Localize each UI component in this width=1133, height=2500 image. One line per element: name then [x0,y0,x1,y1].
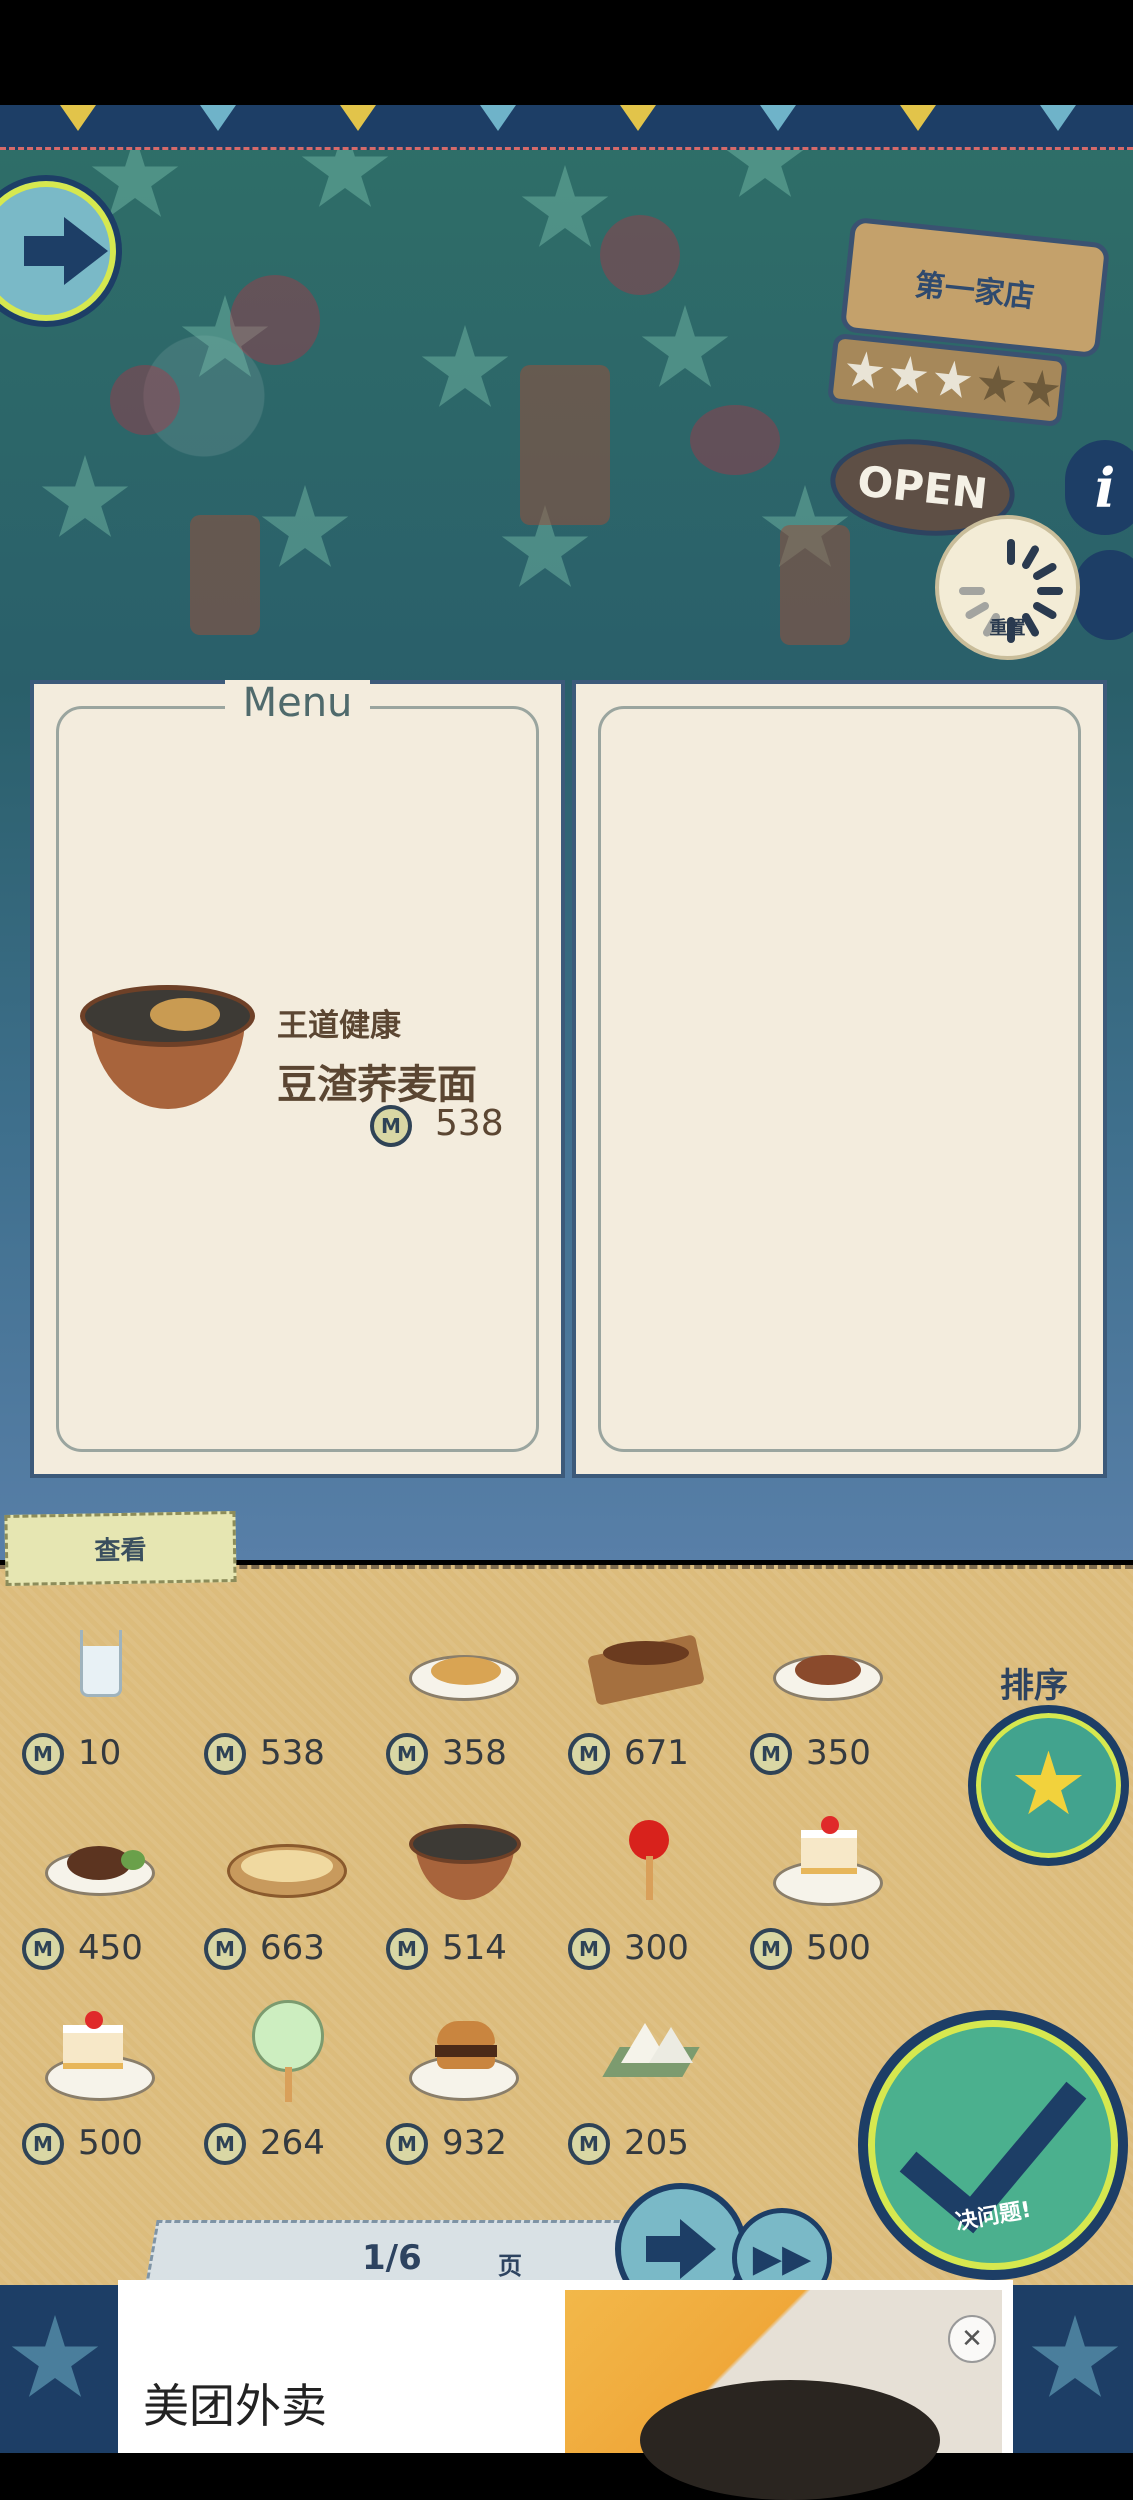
ad-food-image [640,2380,940,2500]
dish-price: 500 [78,2123,143,2163]
coin-icon: M [568,1733,610,1775]
dish-item[interactable]: M 10 [0,1605,180,1795]
coin-icon: M [386,1928,428,1970]
dish-price: 514 [442,1928,507,1968]
dish-item[interactable]: M 264 [182,1995,362,2185]
noodle-bowl-icon[interactable] [80,985,255,1115]
dish-item[interactable]: M 500 [0,1995,180,2185]
arrow-right-icon [646,2219,716,2279]
dish-item[interactable]: M 205 [546,1995,726,2185]
sort-button[interactable] [968,1705,1129,1866]
fast-forward-icon: ▶▶ [752,2236,812,2280]
dish-item[interactable]: M 671 [546,1605,726,1795]
coin-icon: M [386,1733,428,1775]
star-icon [843,349,885,393]
noodle-bowl-icon [409,1810,521,1900]
coin-icon: M [750,1733,792,1775]
dish-price: 264 [260,2123,325,2163]
coin-icon: M [750,1928,792,1970]
reset-label: 重置 [989,618,1026,639]
coin-icon: M [22,1733,64,1775]
coin-icon: M [22,1928,64,1970]
edit-button[interactable] [1075,550,1133,640]
yakitori-icon [587,1615,705,1706]
dish-price: 10 [78,1733,122,1773]
menu-title: Menu [34,680,561,726]
dish-item[interactable]: M 538 [182,1605,362,1795]
featured-dish-price: 538 [435,1103,504,1144]
dish-price: 205 [624,2123,689,2163]
arrow-right-icon [24,236,64,266]
coin-icon: M [204,1928,246,1970]
info-button[interactable]: i [1065,440,1133,535]
coin-icon: M [568,1928,610,1970]
hamburg-steak-icon [45,1810,155,1900]
dish-price: 450 [78,1928,143,1968]
shortcake-icon [773,1810,883,1906]
star-icon [887,354,929,398]
coin-icon: M [370,1105,412,1147]
water-glass-icon [45,1615,155,1705]
star-empty-icon [1019,368,1061,412]
dish-price: 500 [806,1928,871,1968]
close-icon: ✕ [961,2324,983,2354]
dish-price: 350 [806,1733,871,1773]
dish-item[interactable]: M 450 [0,1800,180,1990]
candy-apple-icon [591,1810,701,1900]
hamburger-icon [409,2005,519,2101]
ad-close-button[interactable]: ✕ [948,2315,996,2363]
star-icon [1014,1750,1083,1815]
dish-price: 932 [442,2123,507,2163]
page-unit-label: 页 [498,2252,522,2280]
view-tab[interactable]: 查看 [4,1510,237,1587]
gyoza-icon [409,1615,519,1705]
dish-item[interactable]: M 663 [182,1800,362,1990]
dish-price: 538 [260,1733,325,1773]
star-icon [931,359,973,403]
featured-dish-tag: 王道健康 [277,1008,401,1044]
mapo-tofu-icon [773,1615,883,1705]
dish-item[interactable]: M 932 [364,1995,544,2185]
dish-item[interactable]: M 358 [364,1605,544,1795]
dish-price: 358 [442,1733,507,1773]
reset-button[interactable]: 重置 [935,515,1080,660]
dish-price: 671 [624,1733,689,1773]
coin-icon: M [22,2123,64,2165]
ad-title: 美团外卖 [143,2379,327,2433]
dish-price: 300 [624,1928,689,1968]
menu-right-page[interactable] [572,680,1107,1478]
dish-price: 663 [260,1928,325,1968]
info-icon: i [1094,455,1116,520]
dish-item[interactable]: M 514 [364,1800,544,1990]
page-indicator: 1/6 [362,2238,422,2278]
coin-icon: M [204,1733,246,1775]
coin-icon: M [386,2123,428,2165]
coin-icon: M [204,2123,246,2165]
cotton-candy-icon [227,2000,337,2102]
gratin-icon [227,1810,347,1900]
decide-button[interactable]: 决问题! [858,2010,1128,2280]
star-empty-icon [975,363,1017,407]
featured-dish-name: 豆渣荞麦面 [277,1062,477,1108]
coin-icon: M [568,2123,610,2165]
empty-icon [227,1615,337,1705]
top-decorative-border [0,105,1133,150]
dish-item[interactable]: M 500 [728,1800,908,1990]
sort-label: 排序 [1000,1666,1068,1706]
dish-item[interactable]: M 300 [546,1800,726,1990]
shortcake-icon [45,2005,155,2101]
onigiri-icon [591,2005,701,2095]
dish-item[interactable]: M 350 [728,1605,908,1795]
